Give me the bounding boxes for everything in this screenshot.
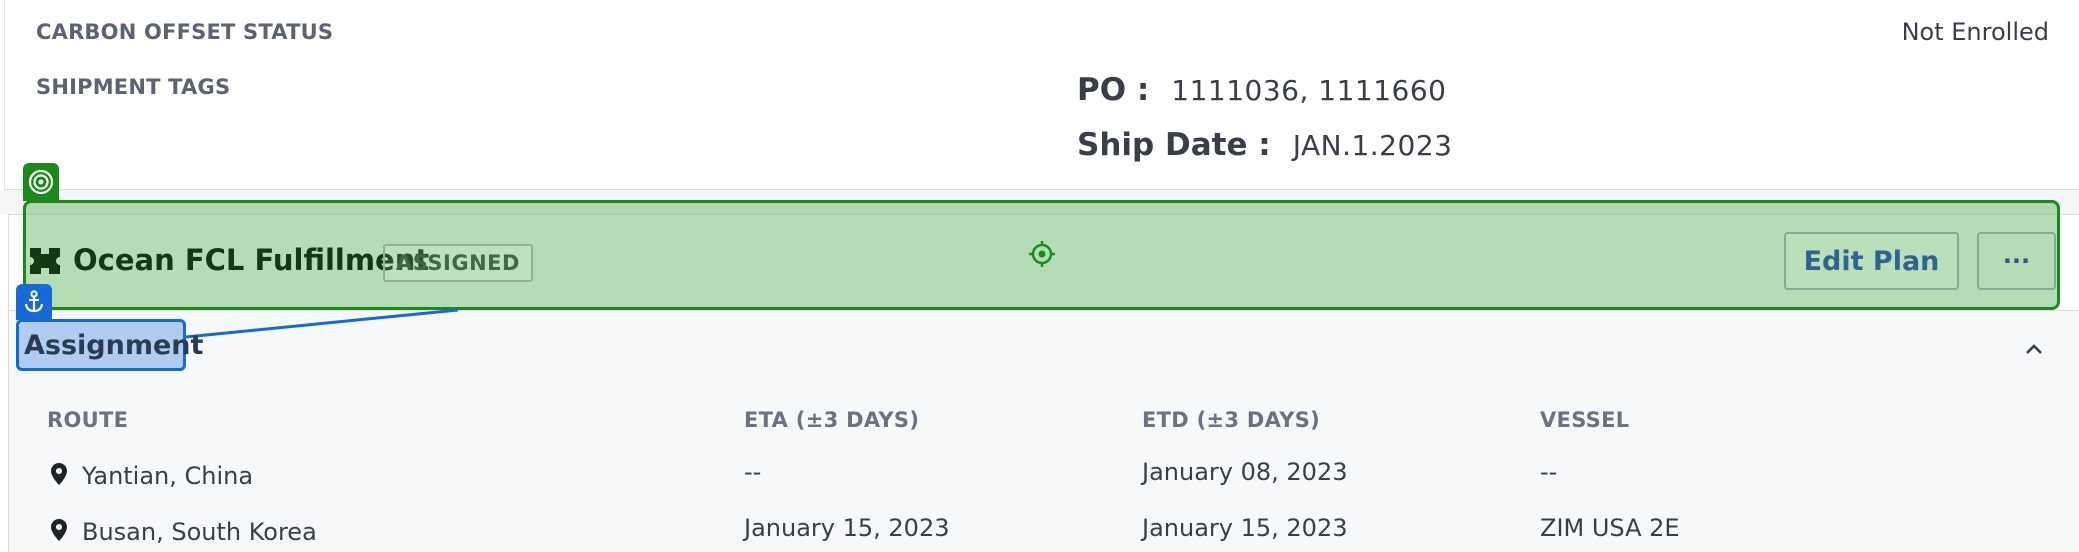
annotation-connector <box>185 308 459 339</box>
vessel-cell: -- <box>1540 458 1558 486</box>
anchor-icon <box>16 284 52 320</box>
eta-cell: -- <box>744 458 762 486</box>
column-header-eta: ETA (±3 DAYS) <box>744 408 920 432</box>
route-cell: Busan, South Korea <box>82 518 317 546</box>
map-pin-icon <box>50 462 68 490</box>
column-header-etd: ETD (±3 DAYS) <box>1142 408 1321 432</box>
vessel-cell: ZIM USA 2E <box>1540 514 1680 542</box>
map-pin-icon <box>50 518 68 546</box>
column-header-route: ROUTE <box>47 408 129 432</box>
route-cell: Yantian, China <box>82 462 254 490</box>
assignment-heading[interactable]: Assignment <box>24 330 203 361</box>
etd-cell: January 08, 2023 <box>1142 458 1348 486</box>
eta-cell: January 15, 2023 <box>744 514 950 542</box>
column-header-vessel: VESSEL <box>1540 408 1630 432</box>
etd-cell: January 15, 2023 <box>1142 514 1348 542</box>
chevron-up-icon[interactable] <box>2023 338 2045 364</box>
